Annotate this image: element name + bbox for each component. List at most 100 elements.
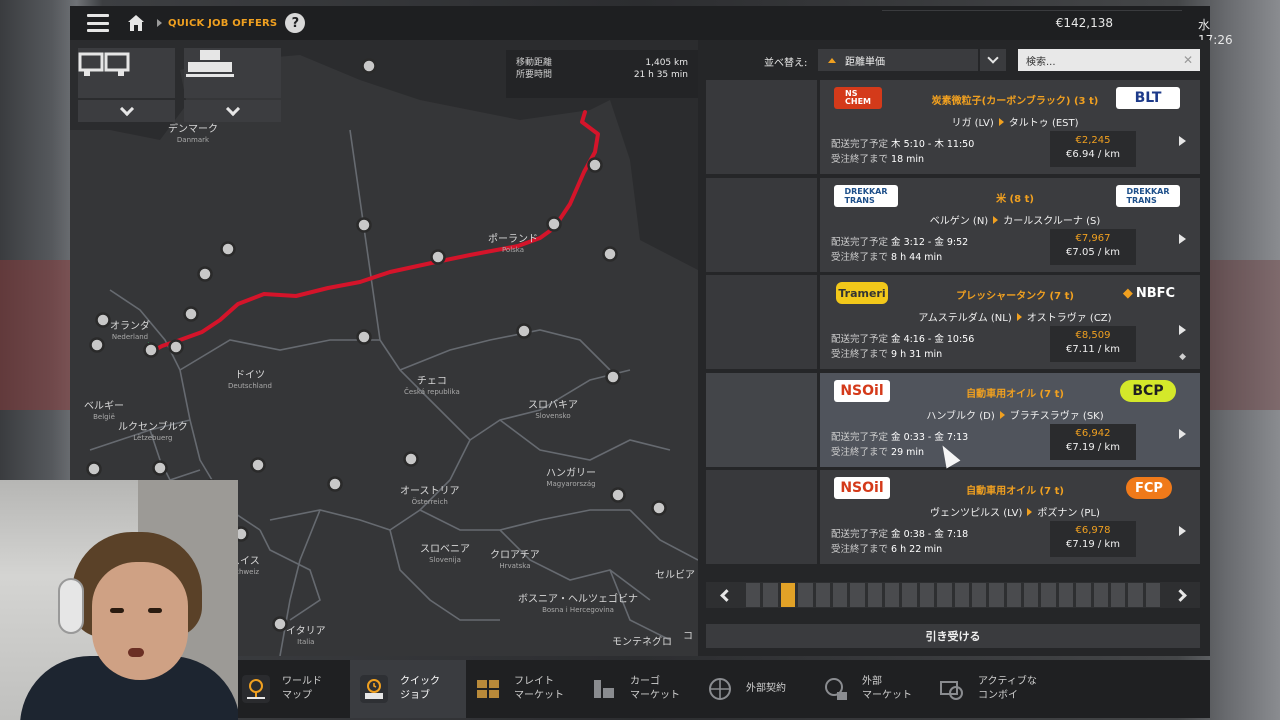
background-stripe: [0, 260, 70, 410]
play-arrow-icon[interactable]: [1179, 136, 1186, 146]
breadcrumb-label[interactable]: QUICK JOB OFFERS: [168, 18, 277, 29]
job-thumbnail: [706, 177, 817, 272]
map-label-montenegro: モンテネグロ: [612, 637, 672, 648]
play-arrow-icon[interactable]: [1179, 325, 1186, 335]
chevron-down-icon: [987, 51, 999, 64]
webcam-person-eye: [110, 608, 124, 613]
job-rate: €7.11 / km: [1066, 344, 1120, 355]
page-indicator[interactable]: [1145, 583, 1160, 607]
job-pay: €8,509 €7.11 / km: [1050, 326, 1136, 362]
page-indicator[interactable]: [763, 583, 778, 607]
job-pay: €7,967 €7.05 / km: [1050, 228, 1136, 265]
time-value: 21 h 35 min: [633, 70, 688, 80]
truck-filter[interactable]: [78, 48, 175, 122]
time-label: 所要時間: [516, 70, 553, 80]
freight-market-icon: [474, 675, 502, 703]
play-arrow-icon[interactable]: [1179, 428, 1186, 439]
job-card[interactable]: NSOil FCP 自動車用オイル (7 t) ヴェンツピルス (LV) ポズナン…: [706, 470, 1200, 564]
page-indicator[interactable]: [971, 583, 987, 607]
page-indicator[interactable]: [746, 583, 761, 607]
nav-quick-job[interactable]: クイック ジョブ: [350, 660, 466, 718]
pager-next-button[interactable]: [1164, 582, 1200, 608]
help-icon[interactable]: ?: [285, 13, 306, 33]
nav-label: カーゴ マーケット: [630, 676, 680, 701]
divider: [882, 10, 1182, 11]
page-indicator[interactable]: [1006, 583, 1021, 607]
page-indicator[interactable]: [937, 583, 952, 607]
page-indicator[interactable]: [867, 583, 882, 607]
page-indicator[interactable]: [850, 583, 865, 607]
page-indicator-active[interactable]: [780, 583, 796, 607]
page-indicator[interactable]: [815, 583, 830, 607]
map-label-kosovo: コ: [683, 631, 693, 642]
job-pay: €6,942 €7.19 / km: [1050, 423, 1136, 460]
page-indicator[interactable]: [798, 583, 813, 607]
truck-filter-dropdown[interactable]: [78, 100, 175, 122]
page-indicator[interactable]: [885, 583, 900, 607]
home-icon[interactable]: [127, 14, 145, 32]
company-logo-bcp: BCP: [1120, 379, 1176, 402]
page-indicator[interactable]: [989, 583, 1004, 607]
cargo-filter[interactable]: [184, 48, 281, 122]
accept-job-button[interactable]: 引き受ける: [706, 624, 1200, 648]
page-indicator[interactable]: [832, 583, 848, 607]
job-card[interactable]: Trameri ◆ NBFC プレッシャータンク (7 t) アムステルダム (N…: [706, 275, 1200, 369]
page-indicator[interactable]: [1128, 583, 1143, 607]
map-label-serbia: セルビア: [655, 570, 695, 581]
company-logo-fcp: FCP: [1126, 477, 1172, 499]
nav-cargo-market[interactable]: カーゴ マーケット: [590, 660, 706, 718]
play-arrow-icon[interactable]: [1179, 526, 1186, 536]
pager-prev-button[interactable]: [706, 582, 742, 608]
distance-value: 1,405 km: [645, 58, 688, 68]
job-card[interactable]: NS CHEM BLT 炭素微粒子(カーボンブラック) (3 t) リガ (LV)…: [706, 80, 1200, 174]
page-indicator[interactable]: [954, 583, 969, 607]
money-balance: €142,138: [1055, 16, 1113, 30]
job-rate: €6.94 / km: [1066, 149, 1120, 160]
cargo-name: プレッシャータンク (7 t): [956, 291, 1074, 302]
truck-icon[interactable]: [78, 48, 175, 98]
job-card[interactable]: DREKKAR TRANS DREKKAR TRANS 米 (8 t) ベルゲン (…: [706, 177, 1200, 272]
page-indicator[interactable]: [1041, 583, 1056, 607]
chevron-right-icon: [1173, 588, 1187, 602]
headphones-icon: [58, 578, 84, 634]
nav-external-market[interactable]: 外部 マーケット: [822, 660, 938, 718]
nav-label: 外部契約: [746, 683, 786, 694]
map-label-croatia: クロアチア Hrvatska: [490, 550, 540, 570]
quick-jobs-panel: 移動距離 1,405 km 所要時間 21 h 35 min デンマーク Danmar…: [70, 40, 1210, 656]
cargo-market-icon: [590, 675, 618, 703]
play-arrow-icon[interactable]: [1179, 233, 1186, 244]
hamburger-menu-icon[interactable]: [87, 14, 109, 32]
cargo-icon[interactable]: [184, 48, 281, 98]
job-thumbnail: [706, 470, 817, 564]
nav-active-convoy[interactable]: アクティブな コンボイ: [938, 660, 1068, 718]
job-times: 配送完了予定 金 0:38 - 金 7:18 受注終了まで 6 h 22 min: [831, 529, 969, 555]
nav-world-map[interactable]: ワールド マップ: [234, 660, 350, 718]
job-price: €6,978: [1075, 525, 1111, 536]
page-indicator[interactable]: [1110, 583, 1126, 607]
route-info-panel: 移動距離 1,405 km 所要時間 21 h 35 min: [506, 50, 698, 98]
job-thumbnail: [706, 372, 817, 467]
nav-label: 外部 マーケット: [862, 676, 912, 701]
page-indicator[interactable]: [1058, 583, 1074, 607]
page-indicator[interactable]: [1093, 583, 1108, 607]
nav-label: ワールド マップ: [282, 676, 322, 701]
cargo-filter-dropdown[interactable]: [184, 100, 281, 122]
sort-dropdown-button[interactable]: [980, 49, 1006, 71]
nav-freight-market[interactable]: フレイト マーケット: [474, 660, 590, 718]
nav-external-contract[interactable]: 外部契約: [706, 660, 822, 718]
search-input[interactable]: 検索... ✕: [1018, 49, 1200, 71]
page-indicator[interactable]: [1076, 583, 1091, 607]
job-route: ベルゲン (N) カールスクルーナ (S): [929, 215, 1101, 227]
map-label-poland: ポーランド Polska: [488, 234, 538, 254]
page-indicator[interactable]: [902, 583, 917, 607]
map-label-belgium: ベルギー België: [84, 401, 124, 421]
page-indicator[interactable]: [919, 583, 935, 607]
job-thumbnail: [706, 80, 817, 174]
clear-search-icon[interactable]: ✕: [1183, 53, 1193, 67]
page-indicator[interactable]: [1024, 583, 1039, 607]
search-placeholder: 検索...: [1026, 56, 1056, 68]
job-route: アムステルダム (NL) オストラヴァ (CZ): [918, 313, 1112, 324]
job-times: 配送完了予定 木 5:10 - 木 11:50 受注終了まで 18 min: [831, 139, 975, 165]
company-logo-blt: BLT: [1116, 87, 1180, 109]
sort-select[interactable]: 距離単価: [818, 49, 978, 71]
